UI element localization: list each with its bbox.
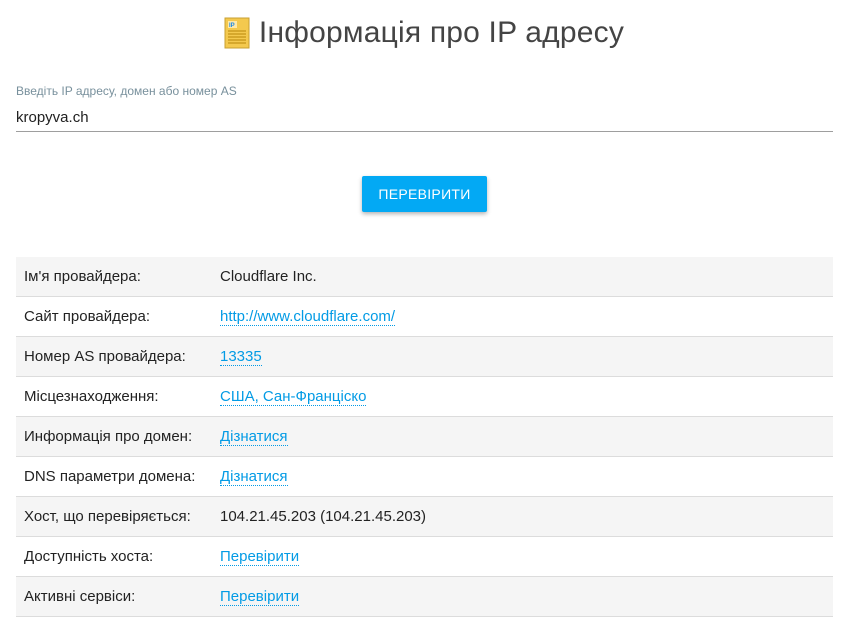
row-value: Перевірити [220,536,833,577]
row-label: Номер AS провайдера: [16,336,220,377]
document-icon: IP [224,17,250,49]
row-value-link[interactable]: США, Сан-Франціско [220,388,367,406]
row-value-link[interactable]: Перевірити [220,548,300,566]
row-value: http://www.cloudflare.com/ [220,296,833,337]
page-header: IP Інформація про IP адресу [0,8,847,58]
row-label: Місцезнаходження: [16,376,220,417]
row-value: Дізнатися [220,416,833,457]
row-label: Ім'я провайдера: [16,257,220,297]
table-row: Доступність хоста: Перевірити [16,536,833,577]
table-row: DNS параметри домена: Дізнатися [16,456,833,497]
document-icon-text: IP [229,23,235,29]
row-value: США, Сан-Франціско [220,376,833,417]
row-value: Дізнатися [220,456,833,497]
search-field: Введіть IP адресу, домен або номер AS [16,84,833,132]
check-button[interactable]: ПЕРЕВІРИТИ [362,176,487,212]
info-table: Ім'я провайдера: Cloudflare Inc. Сайт пров… [16,257,833,617]
row-value: 13335 [220,336,833,377]
search-label: Введіть IP адресу, домен або номер AS [16,84,237,98]
row-value: Cloudflare Inc. [220,257,833,297]
table-row: Місцезнаходження: США, Сан-Франціско [16,376,833,417]
page-title: Інформація про IP адресу [258,16,625,49]
row-value-link[interactable]: http://www.cloudflare.com/ [220,308,396,326]
row-label: Доступність хоста: [16,536,220,577]
table-row: Информація про домен: Дізнатися [16,416,833,457]
row-label: Активні сервіси: [16,576,220,617]
row-value-link[interactable]: 13335 [220,348,262,366]
table-row: Активні сервіси: Перевірити [16,576,833,617]
row-label: Сайт провайдера: [16,296,220,337]
row-value: 104.21.45.203 (104.21.45.203) [220,496,833,537]
row-value-link[interactable]: Дізнатися [220,468,288,486]
table-row: Ім'я провайдера: Cloudflare Inc. [16,257,833,297]
row-value: Перевірити [220,576,833,617]
table-row: Сайт провайдера: http://www.cloudflare.co… [16,296,833,337]
search-input[interactable] [16,104,833,132]
row-value-link[interactable]: Перевірити [220,588,300,606]
table-row: Номер AS провайдера: 13335 [16,336,833,377]
row-label: Хост, що перевіряється: [16,496,220,537]
row-label: Информація про домен: [16,416,220,457]
row-value-link[interactable]: Дізнатися [220,428,288,446]
table-row: Хост, що перевіряється: 104.21.45.203 (10… [16,496,833,537]
row-label: DNS параметри домена: [16,456,220,497]
